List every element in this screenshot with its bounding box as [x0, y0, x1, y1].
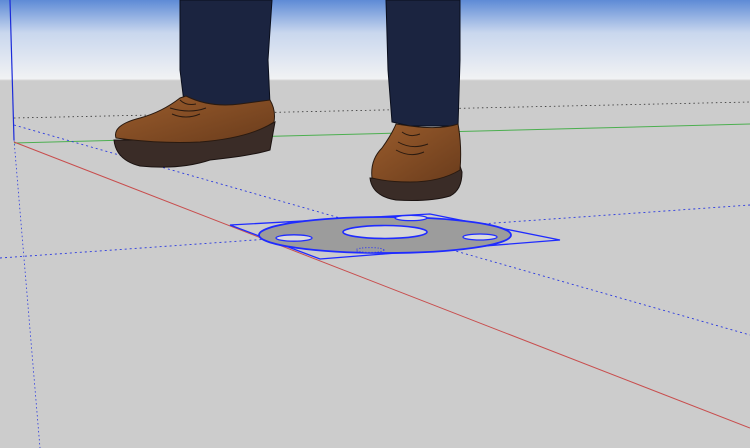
- sketchup-3d-viewport[interactable]: [0, 0, 750, 448]
- washer-hole-left[interactable]: [275, 234, 313, 242]
- washer-hole-bottom: [355, 247, 385, 253]
- washer-center-hole[interactable]: [342, 224, 428, 240]
- ground-plane: [0, 80, 750, 448]
- washer-hole-right[interactable]: [462, 233, 498, 241]
- washer-hole-top[interactable]: [394, 214, 428, 222]
- left-pant-leg[interactable]: [179, 0, 273, 109]
- right-pant-leg[interactable]: [385, 0, 461, 127]
- sky-background: [0, 0, 750, 82]
- model-canvas[interactable]: [0, 0, 750, 448]
